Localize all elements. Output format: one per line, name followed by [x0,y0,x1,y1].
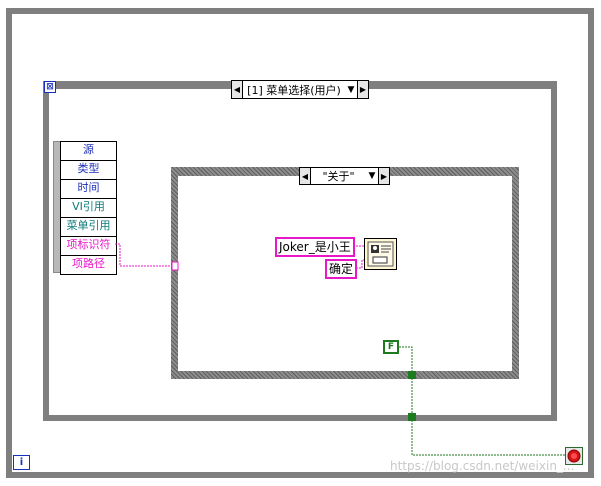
iteration-terminal: i [13,455,30,470]
one-button-dialog-icon[interactable] [364,238,397,270]
message-string-constant[interactable]: Joker_是小王 [275,237,355,257]
button-string-constant[interactable]: 确定 [325,259,358,279]
case-output-tunnel[interactable] [408,371,416,379]
case-selector-tunnel [171,261,179,271]
button-wire [356,259,364,269]
boolean-wire-out [411,375,566,456]
event-output-tunnel[interactable] [408,413,416,421]
watermark: https://blog.csdn.net/weixin_... [390,459,575,473]
false-constant[interactable]: F [383,340,399,354]
string-wire [115,243,175,267]
